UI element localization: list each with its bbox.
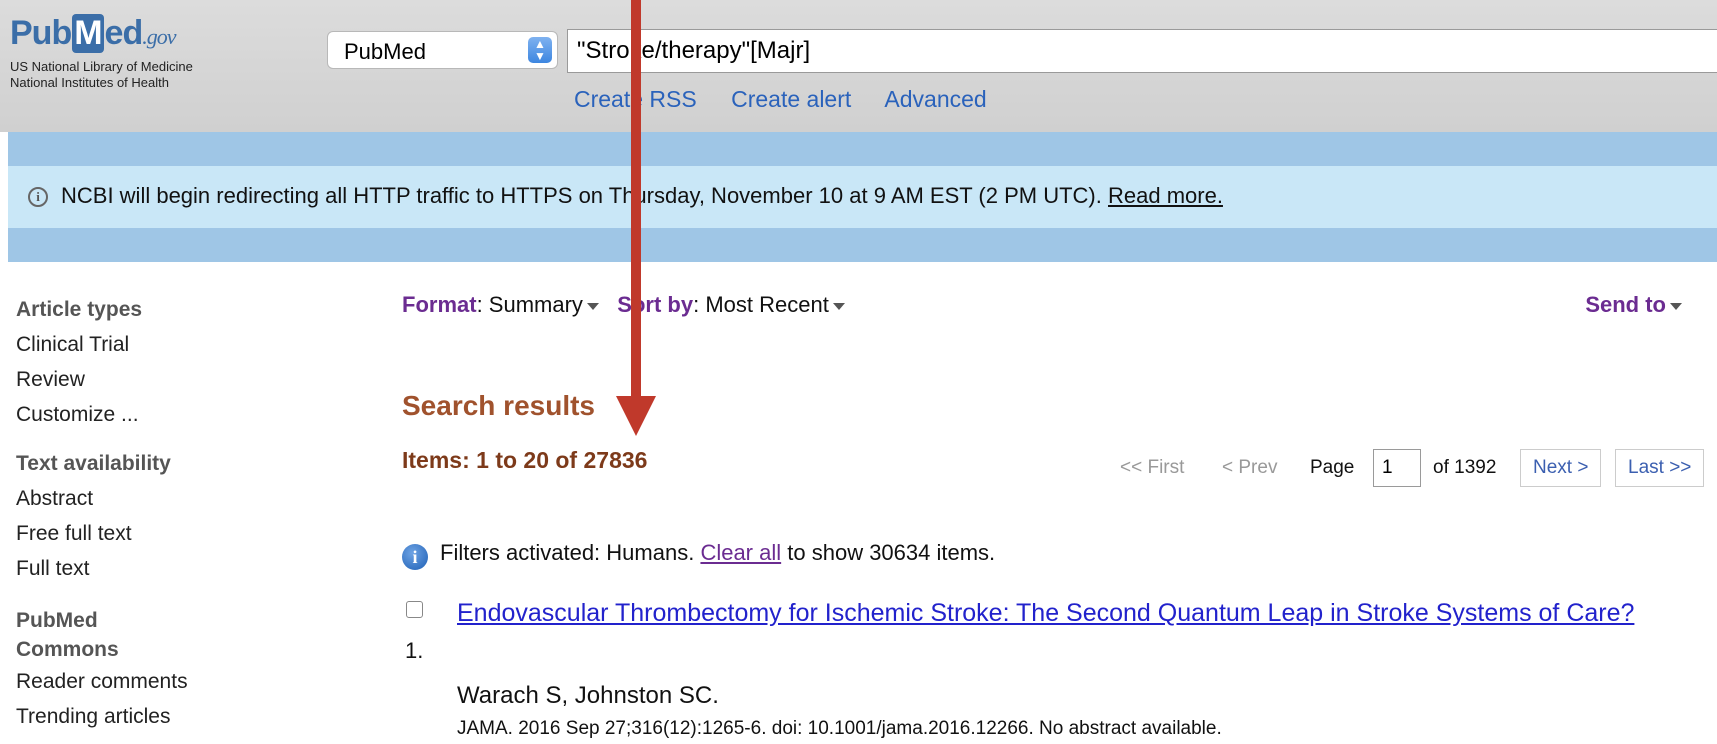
format-value: Summary [488,292,583,317]
database-select-value: PubMed [344,39,426,64]
info-icon: i [402,544,428,570]
page-total: of 1392 [1433,457,1497,478]
sort-label: Sort by [617,292,694,317]
logo-subtitle-line2: National Institutes of Health [10,75,169,90]
prev-page-link[interactable]: < Prev [1222,457,1277,479]
search-input[interactable] [567,29,1717,73]
masthead: PubMed.gov US National Library of Medici… [0,0,1717,132]
result-authors: Warach S, Johnston SC. [457,682,719,709]
sidebar-item-trending-articles[interactable]: Trending articles [16,699,216,734]
logo-text-ed: ed [104,14,144,52]
result-citation: JAMA. 2016 Sep 27;316(12):1265-6. doi: 1… [457,718,1222,739]
sidebar-item-reader-comments[interactable]: Reader comments [16,664,216,699]
sidebar-item-free-full-text[interactable]: Free full text [16,516,216,551]
sort-menu[interactable]: Sort by: Most Recent [617,292,845,317]
results-toolbar: Format: Summary Sort by: Most Recent Sen… [402,292,1702,318]
filters-message: i Filters activated: Humans. Clear all to… [402,540,995,570]
annotation-arrow-shaft [631,0,641,412]
advanced-search-link[interactable]: Advanced [884,86,986,112]
send-to-menu[interactable]: Send to [1585,292,1682,318]
logo-text-pub: Pub [10,14,72,52]
items-count: Items: 1 to 20 of 27836 [402,447,648,473]
sidebar-item-full-text[interactable]: Full text [16,551,216,586]
chevron-down-icon [586,302,599,310]
sidebar-item-review[interactable]: Review [16,362,216,397]
logo-wordmark: PubMed.gov [10,14,193,53]
sidebar-heading-commons-line1: PubMed [16,609,98,632]
filters-text: Filters activated: Humans. [440,540,695,565]
sidebar-heading-commons: PubMed Commons [16,606,216,664]
info-icon: i [28,187,48,207]
format-menu[interactable]: Format: Summary [402,292,605,317]
result-title: Endovascular Thrombectomy for Ischemic S… [457,594,1717,633]
search-results-heading: Search results [402,390,595,421]
banner-message: NCBI will begin redirecting all HTTP tra… [61,183,1223,209]
sidebar-item-customize[interactable]: Customize ... [16,397,216,432]
format-label: Format [402,292,477,317]
annotation-arrow-head-icon [616,396,656,436]
logo-m-icon: M [72,14,104,53]
first-page-link[interactable]: << First [1120,457,1184,479]
announcement-banner: i NCBI will begin redirecting all HTTP t… [8,166,1717,228]
filter-sidebar: Article types Clinical Trial Review Cust… [16,292,216,734]
clear-all-link[interactable]: Clear all [700,540,781,565]
result-checkbox[interactable] [406,601,423,618]
database-select[interactable]: PubMed ▲ ▼ [327,31,558,69]
send-to-label: Send to [1585,292,1666,317]
page-number-input[interactable] [1373,449,1421,487]
next-page-button[interactable]: Next > [1520,449,1602,487]
logo-gov: .gov [142,24,176,49]
read-more-link[interactable]: Read more. [1108,183,1223,208]
filters-suffix: to show 30634 items. [787,540,996,565]
create-alert-link[interactable]: Create alert [731,86,851,112]
page-label: Page [1310,457,1355,478]
chevron-down-icon [832,302,845,310]
sidebar-item-abstract[interactable]: Abstract [16,481,216,516]
last-page-button[interactable]: Last >> [1615,449,1705,487]
sidebar-heading-commons-line2: Commons [16,638,119,661]
banner-text: NCBI will begin redirecting all HTTP tra… [61,183,1102,208]
sidebar-item-clinical-trial[interactable]: Clinical Trial [16,327,216,362]
pubmed-logo[interactable]: PubMed.gov US National Library of Medici… [10,14,193,91]
chevron-down-icon [1670,302,1682,310]
result-title-link[interactable]: Endovascular Thrombectomy for Ischemic S… [457,599,1634,627]
sidebar-heading-article-types: Article types [16,298,143,321]
result-number: 1. [405,638,424,663]
logo-subtitle-line1: US National Library of Medicine [10,59,193,74]
select-updown-icon: ▲ ▼ [528,37,552,63]
sidebar-heading-text-availability: Text availability [16,452,171,475]
sort-value: Most Recent [705,292,829,317]
logo-subtitle: US National Library of Medicine National… [10,59,193,91]
